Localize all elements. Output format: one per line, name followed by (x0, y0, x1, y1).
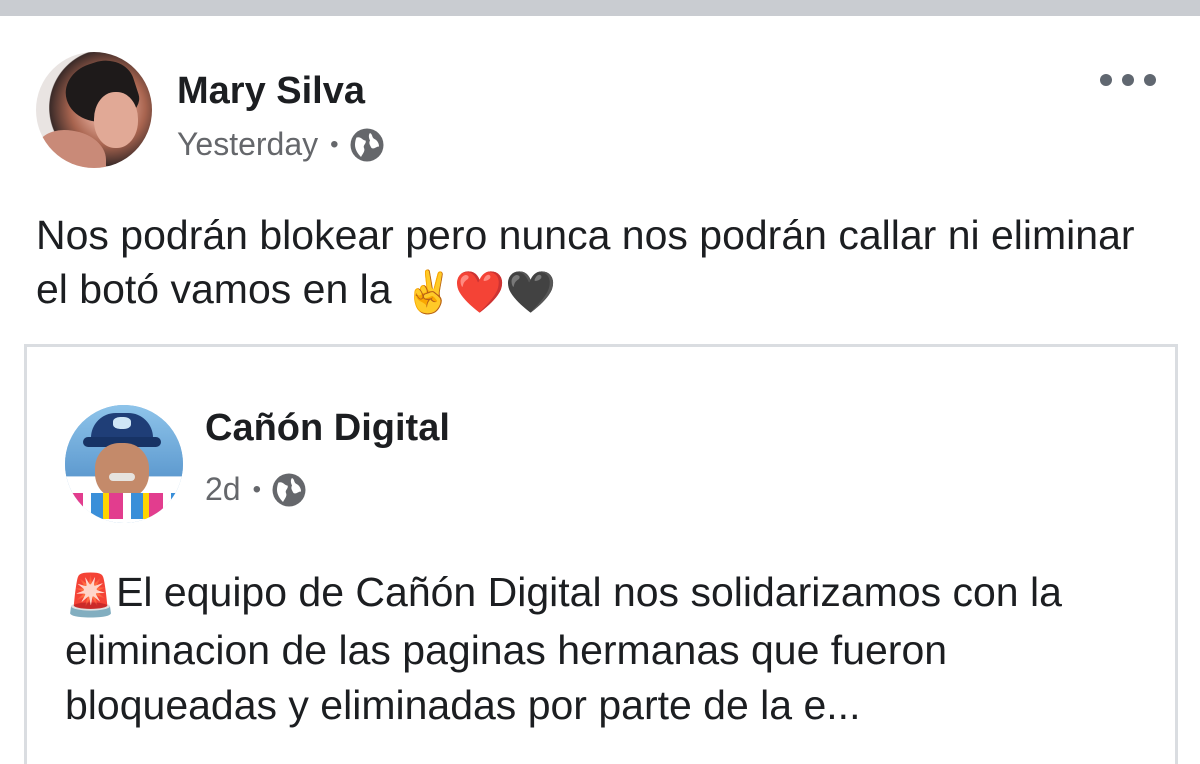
black-heart-emoji: 🖤 (505, 269, 557, 316)
post-header: Mary Silva Yesterday • (0, 52, 1200, 172)
avatar-face (94, 92, 138, 148)
post-timestamp[interactable]: Yesterday (177, 126, 318, 163)
avatar-mustache (109, 473, 135, 481)
post-text: Nos podrán blokear pero nunca nos podrán… (36, 212, 1135, 312)
more-dot (1122, 74, 1134, 86)
author-name[interactable]: Mary Silva (177, 70, 365, 113)
avatar-face (95, 443, 149, 499)
shared-post-meta: 2d • (205, 471, 307, 508)
top-divider-bar (0, 0, 1200, 16)
more-dot (1144, 74, 1156, 86)
shared-author-avatar[interactable] (65, 405, 183, 523)
globe-icon[interactable] (349, 127, 385, 163)
more-dot (1100, 74, 1112, 86)
shared-post-body: 🚨El equipo de Cañón Digital nos solidari… (65, 565, 1145, 733)
police-light-emoji: 🚨 (65, 571, 117, 618)
avatar-cap-logo (113, 417, 131, 429)
shared-post-timestamp[interactable]: 2d (205, 471, 241, 508)
avatar-shoulder (36, 130, 106, 168)
meta-separator: • (252, 475, 261, 503)
globe-icon[interactable] (271, 472, 307, 508)
avatar-banner (69, 493, 179, 519)
shared-post-text: El equipo de Cañón Digital nos solidariz… (65, 569, 1062, 728)
post-meta: Yesterday • (177, 126, 385, 163)
post-body: Nos podrán blokear pero nunca nos podrán… (36, 208, 1166, 319)
victory-hand-emoji: ✌️ (402, 269, 455, 316)
more-options-icon[interactable] (1100, 68, 1156, 92)
red-heart-emoji: ❤️ (454, 269, 506, 316)
author-avatar[interactable] (36, 52, 152, 168)
shared-author-name[interactable]: Cañón Digital (205, 407, 450, 450)
shared-post-card[interactable]: Cañón Digital 2d • 🚨El equipo de Cañón D… (24, 344, 1178, 764)
meta-separator: • (330, 130, 339, 158)
